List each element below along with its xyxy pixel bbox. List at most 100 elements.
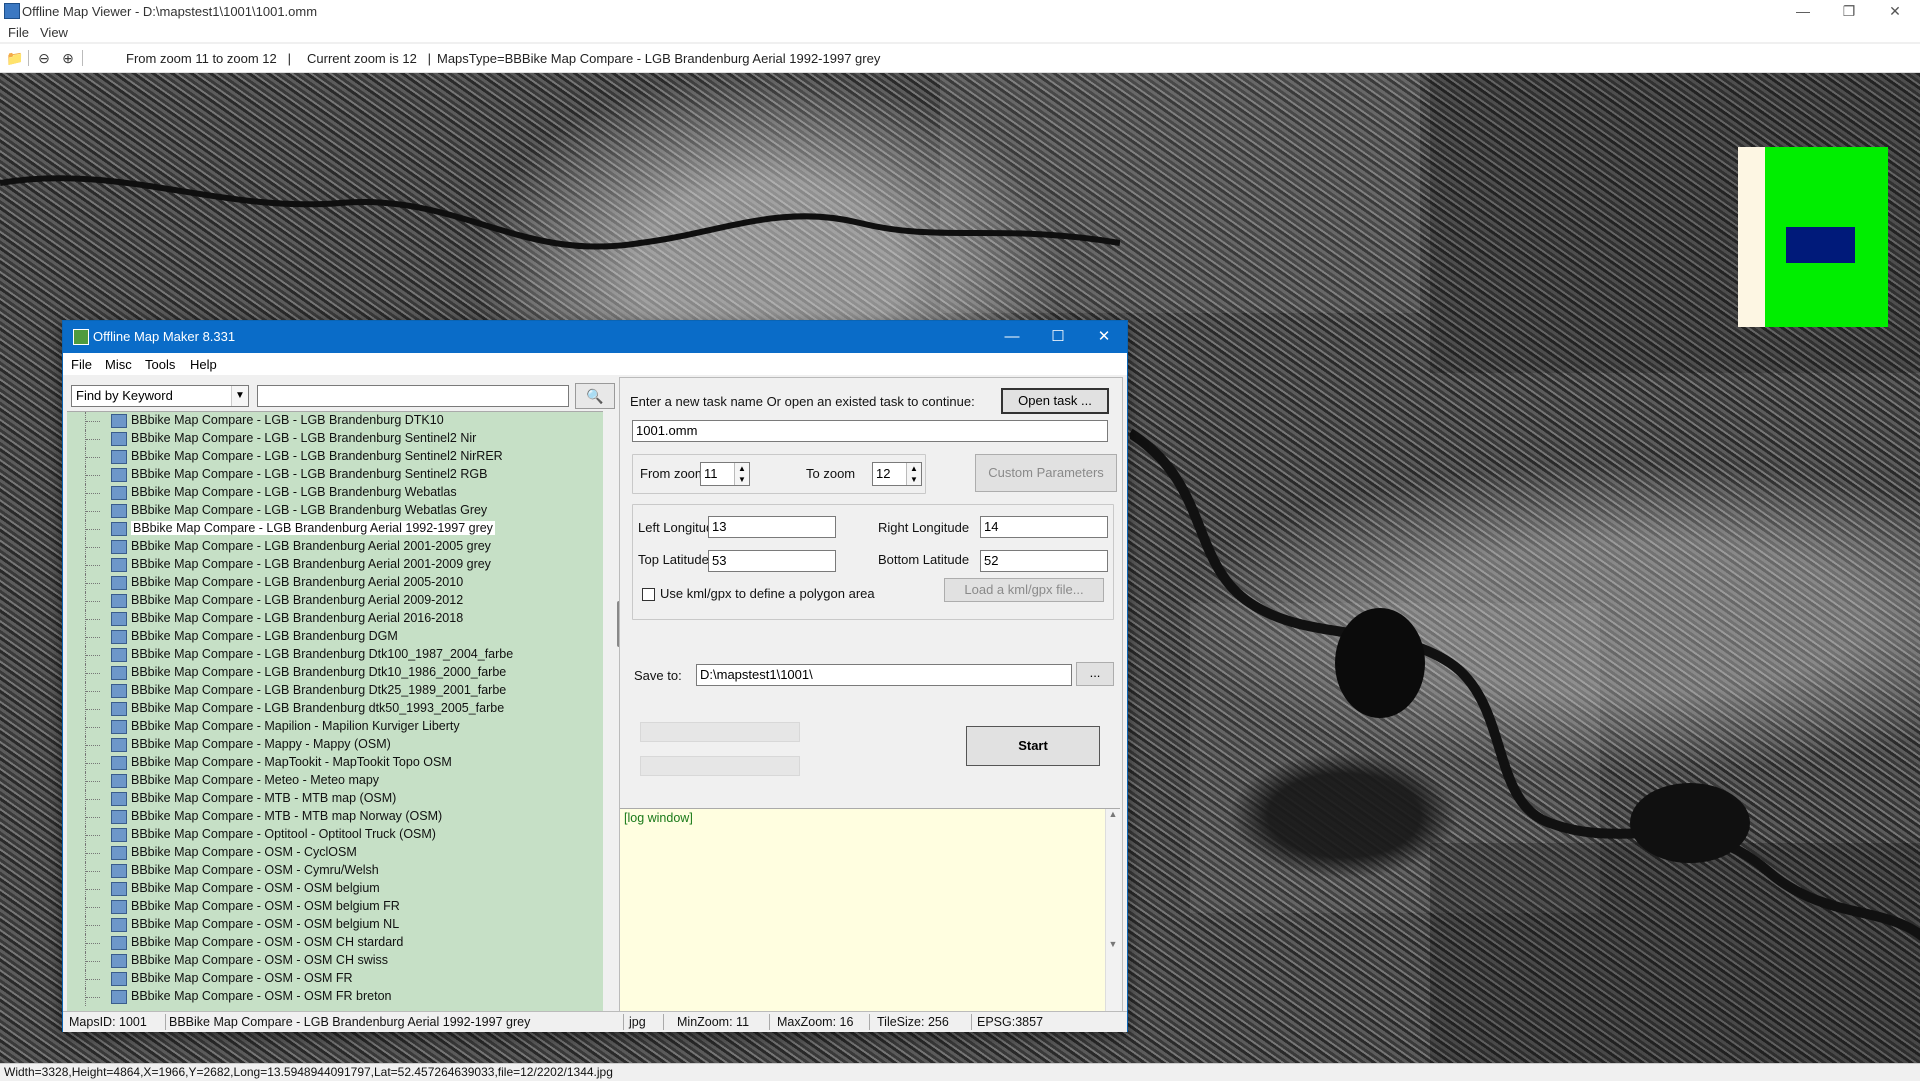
maximize-button[interactable]: ❐	[1826, 0, 1872, 22]
task-name-field[interactable]: 1001.omm	[632, 420, 1108, 442]
tree-item[interactable]: BBbike Map Compare - LGB Brandenburg Dtk…	[67, 646, 603, 664]
to-zoom-stepper[interactable]: 12 ▲ ▼	[872, 462, 922, 486]
menu-file[interactable]: File	[8, 25, 29, 40]
open-folder-icon[interactable]: 📁	[6, 50, 23, 66]
tree-item-label: BBbike Map Compare - Mapilion - Mapilion…	[131, 719, 460, 733]
tree-item[interactable]: BBbike Map Compare - LGB Brandenburg Dtk…	[67, 682, 603, 700]
tree-item[interactable]: BBbike Map Compare - LGB Brandenburg Aer…	[67, 610, 603, 628]
tree-item[interactable]: BBbike Map Compare - LGB Brandenburg Aer…	[67, 520, 603, 538]
tree-item-label: BBbike Map Compare - LGB - LGB Brandenbu…	[131, 467, 488, 481]
map-list-panel: Find by Keyword ▼ 🔍 BBbike Map Compare -…	[67, 377, 627, 1012]
tree-item[interactable]: BBbike Map Compare - Meteo - Meteo mapy	[67, 772, 603, 790]
tree-branch	[86, 421, 100, 423]
dialog-close-button[interactable]: ✕	[1081, 321, 1127, 353]
tree-item[interactable]: BBbike Map Compare - LGB - LGB Brandenbu…	[67, 502, 603, 520]
tree-item[interactable]: BBbike Map Compare - LGB Brandenburg Dtk…	[67, 664, 603, 682]
zoom-in-icon[interactable]: ⊕	[60, 50, 76, 66]
dialog-menu-file[interactable]: File	[71, 357, 92, 372]
browse-button[interactable]: ...	[1076, 662, 1114, 686]
log-window[interactable]: [log window] ▲ ▼	[620, 808, 1120, 1013]
tree-item[interactable]: BBbike Map Compare - Mappy - Mappy (OSM)	[67, 736, 603, 754]
custom-parameters-button[interactable]: Custom Parameters	[975, 454, 1117, 492]
tree-item[interactable]: BBbike Map Compare - OSM - CyclOSM	[67, 844, 603, 862]
to-zoom-label: To zoom	[806, 466, 856, 481]
tree-item[interactable]: BBbike Map Compare - OSM - OSM CH swiss	[67, 952, 603, 970]
tree-item[interactable]: BBbike Map Compare - Optitool - Optitool…	[67, 826, 603, 844]
tree-item[interactable]: BBbike Map Compare - OSM - OSM belgium	[67, 880, 603, 898]
dialog-menubar: File Misc Tools Help	[63, 353, 1127, 375]
tree-branch	[86, 871, 100, 873]
tree-branch	[86, 907, 100, 909]
tree-item[interactable]: BBbike Map Compare - OSM - Cymru/Welsh	[67, 862, 603, 880]
save-to-field[interactable]: D:\mapstest1\1001\	[696, 664, 1072, 686]
bottom-latitude-field[interactable]: 52	[980, 550, 1108, 572]
tree-item[interactable]: BBbike Map Compare - LGB Brandenburg DGM	[67, 628, 603, 646]
tree-item[interactable]: BBbike Map Compare - OSM - OSM CH starda…	[67, 934, 603, 952]
maps-type-text: MapsType=BBBike Map Compare - LGB Brande…	[437, 51, 881, 66]
search-input[interactable]	[257, 385, 569, 407]
menu-view[interactable]: View	[40, 25, 68, 40]
map-source-icon	[111, 666, 127, 680]
tree-branch	[86, 709, 100, 711]
kml-checkbox-label: Use kml/gpx to define a polygon area	[660, 586, 875, 601]
minimize-button[interactable]: —	[1780, 0, 1826, 22]
map-source-icon	[111, 504, 127, 518]
dialog-menu-tools[interactable]: Tools	[145, 357, 175, 372]
dialog-menu-help[interactable]: Help	[190, 357, 217, 372]
map-source-icon	[111, 792, 127, 806]
tree-item[interactable]: BBbike Map Compare - LGB - LGB Brandenbu…	[67, 484, 603, 502]
tree-item[interactable]: BBbike Map Compare - LGB Brandenburg dtk…	[67, 700, 603, 718]
dialog-minimize-button[interactable]: —	[989, 321, 1035, 353]
map-tree[interactable]: BBbike Map Compare - LGB - LGB Brandenbu…	[67, 411, 603, 1012]
tree-item[interactable]: BBbike Map Compare - LGB Brandenburg Aer…	[67, 556, 603, 574]
find-mode-select[interactable]: Find by Keyword ▼	[71, 385, 249, 407]
tree-item-label: BBbike Map Compare - LGB - LGB Brandenbu…	[131, 431, 477, 445]
tree-item[interactable]: BBbike Map Compare - MapTookit - MapTook…	[67, 754, 603, 772]
load-kml-button[interactable]: Load a kml/gpx file...	[944, 578, 1104, 602]
open-task-button[interactable]: Open task ...	[1001, 388, 1109, 414]
app-toolbar: 📁 ⊖ ⊕ From zoom 11 to zoom 12 | Current …	[0, 44, 1920, 73]
chevron-down-icon[interactable]: ▼	[231, 386, 248, 406]
find-mode-value: Find by Keyword	[76, 388, 173, 403]
tree-item[interactable]: BBbike Map Compare - LGB - LGB Brandenbu…	[67, 412, 603, 430]
tree-item[interactable]: BBbike Map Compare - OSM - OSM belgium N…	[67, 916, 603, 934]
tree-branch	[86, 997, 100, 999]
tree-branch	[86, 781, 100, 783]
right-longitude-label: Right Longitude	[878, 520, 970, 535]
start-button[interactable]: Start	[966, 726, 1100, 766]
tree-branch	[86, 601, 100, 603]
status-divider	[663, 1014, 664, 1030]
stepper-arrows-icon[interactable]: ▲ ▼	[906, 463, 921, 485]
tree-item[interactable]: BBbike Map Compare - LGB Brandenburg Aer…	[67, 574, 603, 592]
kml-checkbox[interactable]	[642, 588, 655, 601]
tree-item[interactable]: BBbike Map Compare - MTB - MTB map Norwa…	[67, 808, 603, 826]
stepper-arrows-icon[interactable]: ▲ ▼	[734, 463, 749, 485]
bottom-latitude-value: 52	[984, 553, 999, 568]
zoom-out-icon[interactable]: ⊖	[36, 50, 52, 66]
close-button[interactable]: ✕	[1872, 0, 1918, 22]
top-latitude-field[interactable]: 53	[708, 550, 836, 572]
tree-item[interactable]: BBbike Map Compare - Mapilion - Mapilion…	[67, 718, 603, 736]
dialog-maximize-button[interactable]: ☐	[1035, 321, 1081, 353]
left-longitude-field[interactable]: 13	[708, 516, 836, 538]
log-text: [log window]	[624, 811, 693, 825]
status-divider	[769, 1014, 770, 1030]
from-zoom-stepper[interactable]: 11 ▲ ▼	[700, 462, 750, 486]
right-longitude-field[interactable]: 14	[980, 516, 1108, 538]
tree-item[interactable]: BBbike Map Compare - MTB - MTB map (OSM)	[67, 790, 603, 808]
map-source-icon	[111, 630, 127, 644]
tree-item[interactable]: BBbike Map Compare - LGB - LGB Brandenbu…	[67, 430, 603, 448]
tree-item[interactable]: BBbike Map Compare - LGB - LGB Brandenbu…	[67, 448, 603, 466]
overview-minimap[interactable]	[1738, 147, 1888, 327]
tree-branch	[86, 817, 100, 819]
search-button[interactable]: 🔍	[575, 383, 615, 409]
tree-item[interactable]: BBbike Map Compare - LGB Brandenburg Aer…	[67, 538, 603, 556]
tree-item[interactable]: BBbike Map Compare - LGB - LGB Brandenbu…	[67, 466, 603, 484]
dialog-menu-misc[interactable]: Misc	[105, 357, 132, 372]
tree-item[interactable]: BBbike Map Compare - OSM - OSM FR breton	[67, 988, 603, 1006]
tree-item[interactable]: BBbike Map Compare - LGB Brandenburg Aer…	[67, 592, 603, 610]
tree-item[interactable]: BBbike Map Compare - OSM - OSM FR	[67, 970, 603, 988]
tree-item[interactable]: BBbike Map Compare - OSM - OSM belgium F…	[67, 898, 603, 916]
log-scrollbar[interactable]: ▲ ▼	[1105, 809, 1120, 1013]
overview-viewport-marker[interactable]	[1786, 227, 1855, 263]
